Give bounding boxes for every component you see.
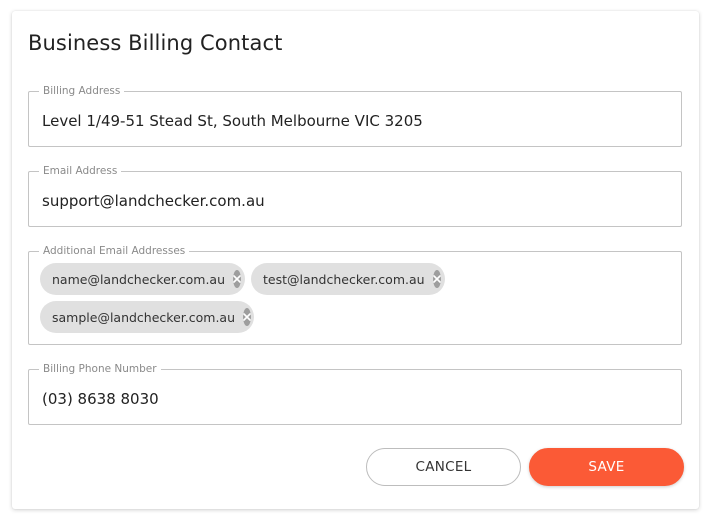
additional-emails-label: Additional Email Addresses	[39, 244, 190, 258]
email-address-field[interactable]: Email Address support@landchecker.com.au	[28, 164, 682, 227]
billing-phone-value[interactable]: (03) 8638 8030	[42, 389, 159, 409]
email-chip[interactable]: name@landchecker.com.au	[40, 263, 245, 295]
cancel-button[interactable]: CANCEL	[366, 448, 521, 486]
email-address-value[interactable]: support@landchecker.com.au	[42, 191, 265, 211]
email-chip[interactable]: sample@landchecker.com.au	[40, 301, 254, 333]
billing-address-label: Billing Address	[39, 84, 125, 98]
billing-address-value[interactable]: Level 1/49-51 Stead St, South Melbourne …	[42, 111, 423, 131]
billing-phone-label: Billing Phone Number	[39, 362, 161, 376]
close-circle-icon[interactable]	[243, 308, 251, 326]
close-circle-icon[interactable]	[432, 270, 441, 288]
additional-emails-field[interactable]: Additional Email Addresses name@landchec…	[28, 244, 682, 345]
email-address-label: Email Address	[39, 164, 122, 178]
billing-phone-field[interactable]: Billing Phone Number (03) 8638 8030	[28, 362, 682, 425]
dialog-title: Business Billing Contact	[28, 31, 283, 55]
email-chip-label: name@landchecker.com.au	[52, 271, 225, 287]
billing-contact-dialog: Business Billing Contact Billing Address…	[12, 11, 699, 509]
email-chip[interactable]: test@landchecker.com.au	[251, 263, 445, 295]
email-chip-label: sample@landchecker.com.au	[52, 309, 235, 325]
billing-address-field[interactable]: Billing Address Level 1/49-51 Stead St, …	[28, 84, 682, 147]
save-button[interactable]: SAVE	[529, 448, 684, 486]
close-circle-icon[interactable]	[233, 270, 241, 288]
email-chip-label: test@landchecker.com.au	[263, 271, 425, 287]
